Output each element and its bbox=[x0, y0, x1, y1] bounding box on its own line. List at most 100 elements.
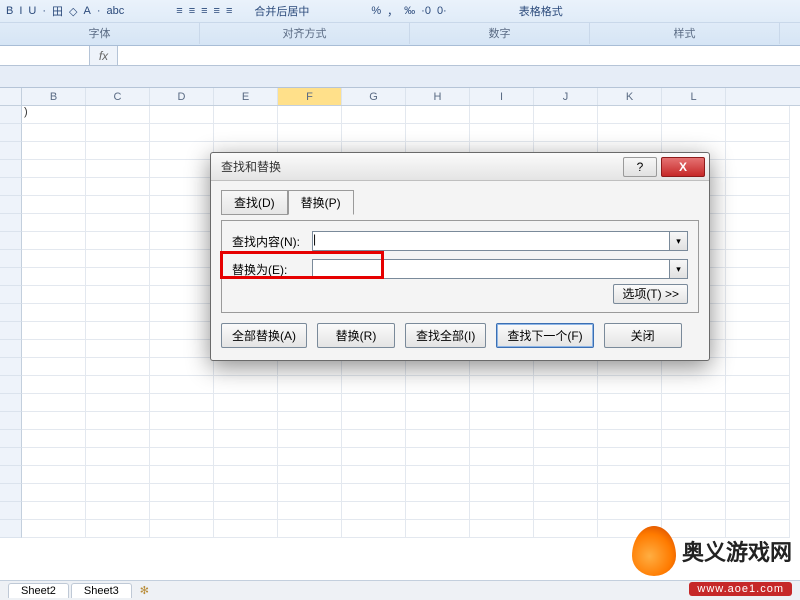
cell[interactable] bbox=[86, 304, 150, 322]
cell[interactable] bbox=[214, 430, 278, 448]
cell[interactable] bbox=[534, 376, 598, 394]
cell[interactable] bbox=[22, 484, 86, 502]
row-header[interactable] bbox=[0, 232, 22, 250]
cell[interactable] bbox=[342, 394, 406, 412]
new-sheet-icon[interactable]: ✻ bbox=[134, 584, 155, 597]
cell[interactable] bbox=[86, 394, 150, 412]
cell[interactable] bbox=[150, 394, 214, 412]
font-color-button[interactable]: A bbox=[84, 5, 91, 17]
cell[interactable] bbox=[406, 502, 470, 520]
cell[interactable] bbox=[214, 376, 278, 394]
cell[interactable] bbox=[22, 502, 86, 520]
cell[interactable] bbox=[86, 124, 150, 142]
cell[interactable] bbox=[22, 394, 86, 412]
cell[interactable] bbox=[86, 196, 150, 214]
cell[interactable] bbox=[662, 502, 726, 520]
cell[interactable] bbox=[342, 430, 406, 448]
cell[interactable] bbox=[534, 520, 598, 538]
sheet-tab[interactable]: Sheet3 bbox=[71, 583, 132, 598]
row-header[interactable] bbox=[0, 412, 22, 430]
col-header[interactable]: B bbox=[22, 88, 86, 105]
cell[interactable] bbox=[22, 250, 86, 268]
col-header[interactable]: G bbox=[342, 88, 406, 105]
cell[interactable] bbox=[342, 502, 406, 520]
cell[interactable] bbox=[726, 322, 790, 340]
cell[interactable] bbox=[86, 412, 150, 430]
cell[interactable] bbox=[150, 322, 214, 340]
cell[interactable] bbox=[214, 412, 278, 430]
cell[interactable] bbox=[662, 376, 726, 394]
cell[interactable] bbox=[726, 124, 790, 142]
row-header[interactable] bbox=[0, 214, 22, 232]
find-next-button[interactable]: 查找下一个(F) bbox=[496, 323, 593, 348]
cell[interactable] bbox=[406, 430, 470, 448]
cell[interactable] bbox=[726, 412, 790, 430]
cell[interactable] bbox=[662, 466, 726, 484]
cell[interactable] bbox=[726, 304, 790, 322]
cell[interactable] bbox=[598, 106, 662, 124]
cell[interactable] bbox=[150, 340, 214, 358]
cell[interactable] bbox=[278, 466, 342, 484]
cell[interactable] bbox=[662, 106, 726, 124]
cell[interactable] bbox=[150, 178, 214, 196]
cell[interactable] bbox=[214, 124, 278, 142]
cell[interactable] bbox=[406, 466, 470, 484]
cell[interactable] bbox=[22, 340, 86, 358]
cell[interactable] bbox=[470, 520, 534, 538]
cell[interactable] bbox=[86, 106, 150, 124]
cell[interactable] bbox=[22, 124, 86, 142]
cell[interactable] bbox=[22, 520, 86, 538]
cell[interactable] bbox=[598, 376, 662, 394]
col-header[interactable]: K bbox=[598, 88, 662, 105]
cell[interactable] bbox=[470, 484, 534, 502]
cell[interactable] bbox=[662, 124, 726, 142]
cell[interactable] bbox=[470, 430, 534, 448]
cell[interactable] bbox=[22, 448, 86, 466]
cell[interactable] bbox=[150, 196, 214, 214]
cell[interactable] bbox=[150, 160, 214, 178]
dec-decimal-button[interactable]: 0· bbox=[437, 5, 447, 17]
cell[interactable] bbox=[214, 394, 278, 412]
cell[interactable] bbox=[726, 106, 790, 124]
cell[interactable] bbox=[86, 466, 150, 484]
cell[interactable] bbox=[86, 448, 150, 466]
cell[interactable] bbox=[406, 484, 470, 502]
cell[interactable] bbox=[598, 394, 662, 412]
cell[interactable] bbox=[22, 304, 86, 322]
cell[interactable] bbox=[86, 430, 150, 448]
cell[interactable] bbox=[470, 124, 534, 142]
row-header[interactable] bbox=[0, 484, 22, 502]
cell[interactable] bbox=[598, 430, 662, 448]
cell[interactable] bbox=[150, 124, 214, 142]
row-header[interactable] bbox=[0, 520, 22, 538]
cell[interactable] bbox=[150, 412, 214, 430]
row-header[interactable] bbox=[0, 376, 22, 394]
cell[interactable] bbox=[214, 520, 278, 538]
col-header-active[interactable]: F bbox=[278, 88, 342, 105]
cell[interactable] bbox=[726, 358, 790, 376]
replace-input[interactable] bbox=[312, 259, 670, 279]
align-top-button[interactable]: ≡ bbox=[214, 5, 220, 17]
row-header[interactable] bbox=[0, 160, 22, 178]
phonetic-button[interactable]: abc bbox=[107, 5, 125, 17]
cell[interactable] bbox=[86, 142, 150, 160]
cell[interactable] bbox=[406, 376, 470, 394]
cell[interactable] bbox=[22, 232, 86, 250]
cell[interactable] bbox=[726, 448, 790, 466]
cell[interactable] bbox=[86, 268, 150, 286]
row-header[interactable] bbox=[0, 340, 22, 358]
col-header[interactable]: H bbox=[406, 88, 470, 105]
cell[interactable] bbox=[278, 106, 342, 124]
find-all-button[interactable]: 查找全部(I) bbox=[405, 323, 486, 348]
cell[interactable] bbox=[342, 412, 406, 430]
cell[interactable] bbox=[150, 214, 214, 232]
find-input[interactable]: | bbox=[312, 231, 670, 251]
row-header[interactable] bbox=[0, 502, 22, 520]
underline-button[interactable]: U bbox=[28, 5, 36, 17]
row-header[interactable] bbox=[0, 322, 22, 340]
cell[interactable] bbox=[726, 430, 790, 448]
cell[interactable] bbox=[342, 448, 406, 466]
replace-dropdown-icon[interactable]: ▾ bbox=[670, 259, 688, 279]
cell[interactable] bbox=[86, 340, 150, 358]
col-header[interactable]: C bbox=[86, 88, 150, 105]
